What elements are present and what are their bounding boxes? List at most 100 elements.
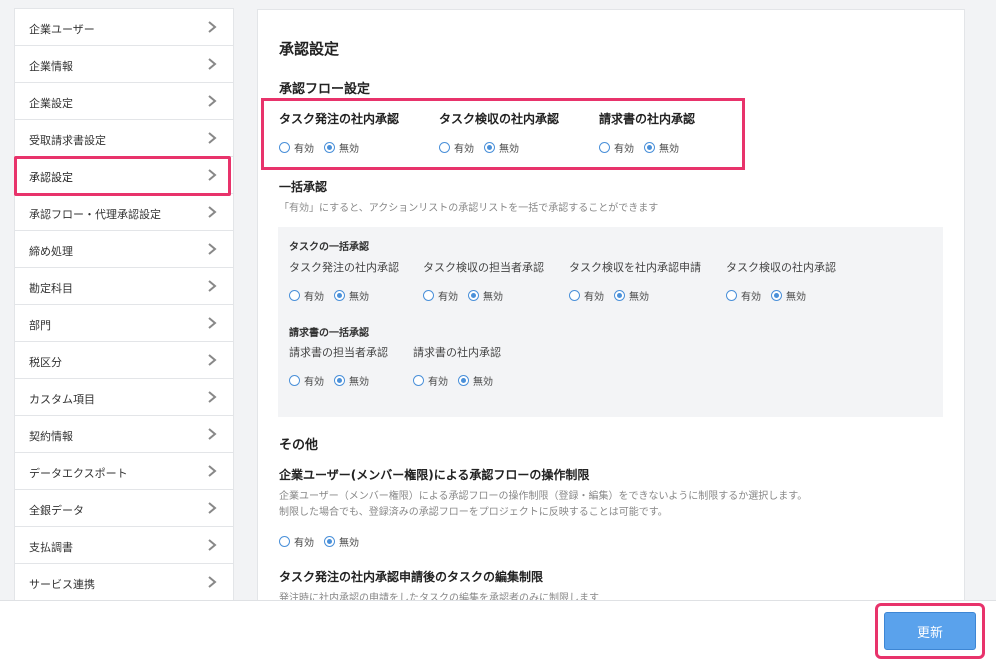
chevron-right-icon xyxy=(208,502,217,514)
radio-group-invoice-bulk-person: 有効 無効 xyxy=(289,373,379,388)
chevron-right-icon xyxy=(208,317,217,329)
radio-circle-selected xyxy=(334,375,345,386)
chevron-right-icon xyxy=(208,132,217,144)
task-bulk-label: タスク検収の社内承認 xyxy=(726,261,836,274)
radio-group-task-bulk-inspection-approval: 有効 無効 xyxy=(726,288,816,303)
radio-label: 有効 xyxy=(454,144,474,155)
radio-label: 有効 xyxy=(294,538,314,549)
sidebar-item-company-users[interactable]: 企業ユーザー xyxy=(15,9,233,46)
bulk-approval-box xyxy=(278,227,943,417)
radio-label: 有効 xyxy=(438,292,458,303)
radio-circle-selected xyxy=(468,290,479,301)
sidebar-item-label: 勘定科目 xyxy=(29,282,73,295)
radio-circle xyxy=(279,536,290,547)
task-bulk-title: タスクの一括承認 xyxy=(289,242,369,253)
sidebar-item-received-invoice-settings[interactable]: 受取請求書設定 xyxy=(15,120,233,157)
sidebar-item-approval-settings[interactable]: 承認設定 xyxy=(15,157,233,194)
radio-label: 有効 xyxy=(584,292,604,303)
sidebar-item-label: 企業情報 xyxy=(29,60,73,73)
sidebar-item-label: カスタム項目 xyxy=(29,393,95,406)
sidebar-item-data-export[interactable]: データエクスポート xyxy=(15,453,233,490)
radio-disabled[interactable]: 無効 xyxy=(771,288,806,303)
chevron-right-icon xyxy=(208,58,217,70)
radio-circle xyxy=(289,375,300,386)
sidebar-item-contract[interactable]: 契約情報 xyxy=(15,416,233,453)
radio-enabled[interactable]: 有効 xyxy=(279,534,314,549)
radio-label: 無効 xyxy=(786,292,806,303)
sidebar-item-zengin-data[interactable]: 全銀データ xyxy=(15,490,233,527)
radio-label: 無効 xyxy=(629,292,649,303)
radio-label: 有効 xyxy=(304,292,324,303)
radio-enabled[interactable]: 有効 xyxy=(423,288,458,303)
radio-label: 無効 xyxy=(339,144,359,155)
sidebar-item-label: サービス連携 xyxy=(29,578,95,591)
radio-disabled[interactable]: 無効 xyxy=(324,140,359,155)
radio-label: 有効 xyxy=(614,144,634,155)
radio-label: 有効 xyxy=(294,144,314,155)
footer-bar xyxy=(0,600,996,665)
radio-disabled[interactable]: 無効 xyxy=(324,534,359,549)
sidebar-item-custom-fields[interactable]: カスタム項目 xyxy=(15,379,233,416)
radio-enabled[interactable]: 有効 xyxy=(726,288,761,303)
flow-group-label-order: タスク発注の社内承認 xyxy=(279,112,400,126)
chevron-right-icon xyxy=(208,169,217,181)
radio-label: 無効 xyxy=(339,538,359,549)
sidebar-item-service-integration[interactable]: サービス連携 xyxy=(15,564,233,601)
chevron-right-icon xyxy=(208,280,217,292)
radio-enabled[interactable]: 有効 xyxy=(569,288,604,303)
update-button[interactable]: 更新 xyxy=(884,612,976,650)
invoice-bulk-title: 請求書の一括承認 xyxy=(289,328,369,339)
radio-disabled[interactable]: 無効 xyxy=(334,373,369,388)
sidebar: 企業ユーザー 企業情報 企業設定 受取請求書設定 承認設定 承認フロー・代理承認… xyxy=(14,8,234,601)
sidebar-item-label: 締め処理 xyxy=(29,245,73,258)
radio-disabled[interactable]: 無効 xyxy=(334,288,369,303)
radio-circle xyxy=(726,290,737,301)
radio-enabled[interactable]: 有効 xyxy=(439,140,474,155)
radio-group-task-bulk-order: 有効 無効 xyxy=(289,288,379,303)
radio-enabled[interactable]: 有効 xyxy=(289,373,324,388)
chevron-right-icon xyxy=(208,576,217,588)
radio-circle xyxy=(439,142,450,153)
radio-disabled[interactable]: 無効 xyxy=(458,373,493,388)
sidebar-item-label: 税区分 xyxy=(29,356,62,369)
sidebar-item-tax[interactable]: 税区分 xyxy=(15,342,233,379)
radio-group-task-bulk-inspection-person: 有効 無効 xyxy=(423,288,513,303)
radio-group-invoice-approval: 有効 無効 xyxy=(599,140,689,155)
radio-enabled[interactable]: 有効 xyxy=(289,288,324,303)
sidebar-item-label: 部門 xyxy=(29,319,51,332)
flow-group-label-invoice: 請求書の社内承認 xyxy=(599,112,696,126)
radio-disabled[interactable]: 無効 xyxy=(484,140,519,155)
sidebar-item-payment-record[interactable]: 支払調書 xyxy=(15,527,233,564)
sidebar-item-approval-flow[interactable]: 承認フロー・代理承認設定 xyxy=(15,194,233,231)
radio-disabled[interactable]: 無効 xyxy=(468,288,503,303)
chevron-right-icon xyxy=(208,465,217,477)
radio-label: 無効 xyxy=(349,377,369,388)
radio-enabled[interactable]: 有効 xyxy=(413,373,448,388)
sidebar-item-company-info[interactable]: 企業情報 xyxy=(15,46,233,83)
sidebar-item-label: 承認フロー・代理承認設定 xyxy=(29,208,161,221)
radio-disabled[interactable]: 無効 xyxy=(644,140,679,155)
radio-label: 無効 xyxy=(659,144,679,155)
radio-circle-selected xyxy=(484,142,495,153)
radio-enabled[interactable]: 有効 xyxy=(279,140,314,155)
sidebar-item-accounts[interactable]: 勘定科目 xyxy=(15,268,233,305)
page-title: 承認設定 xyxy=(279,40,340,58)
restriction-description-2: 制限した場合でも、登録済みの承認フローをプロジェクトに反映することは可能です。 xyxy=(279,507,668,518)
flow-highlight-box xyxy=(261,98,745,170)
radio-label: 有効 xyxy=(304,377,324,388)
invoice-bulk-label: 請求書の社内承認 xyxy=(413,346,501,359)
radio-disabled[interactable]: 無効 xyxy=(614,288,649,303)
sidebar-item-label: 企業設定 xyxy=(29,97,73,110)
sidebar-item-closing[interactable]: 締め処理 xyxy=(15,231,233,268)
restriction-description-1: 企業ユーザー（メンバー権限）による承認フローの操作制限（登録・編集）をできないよ… xyxy=(279,491,808,502)
radio-group-flow-restriction: 有効 無効 xyxy=(279,534,369,549)
radio-circle-selected xyxy=(324,536,335,547)
radio-circle xyxy=(599,142,610,153)
sidebar-item-company-settings[interactable]: 企業設定 xyxy=(15,83,233,120)
sidebar-item-label: 承認設定 xyxy=(29,171,73,184)
sidebar-item-departments[interactable]: 部門 xyxy=(15,305,233,342)
radio-circle-selected xyxy=(324,142,335,153)
task-bulk-label: タスク検収の担当者承認 xyxy=(423,261,544,274)
radio-enabled[interactable]: 有効 xyxy=(599,140,634,155)
chevron-right-icon xyxy=(208,95,217,107)
